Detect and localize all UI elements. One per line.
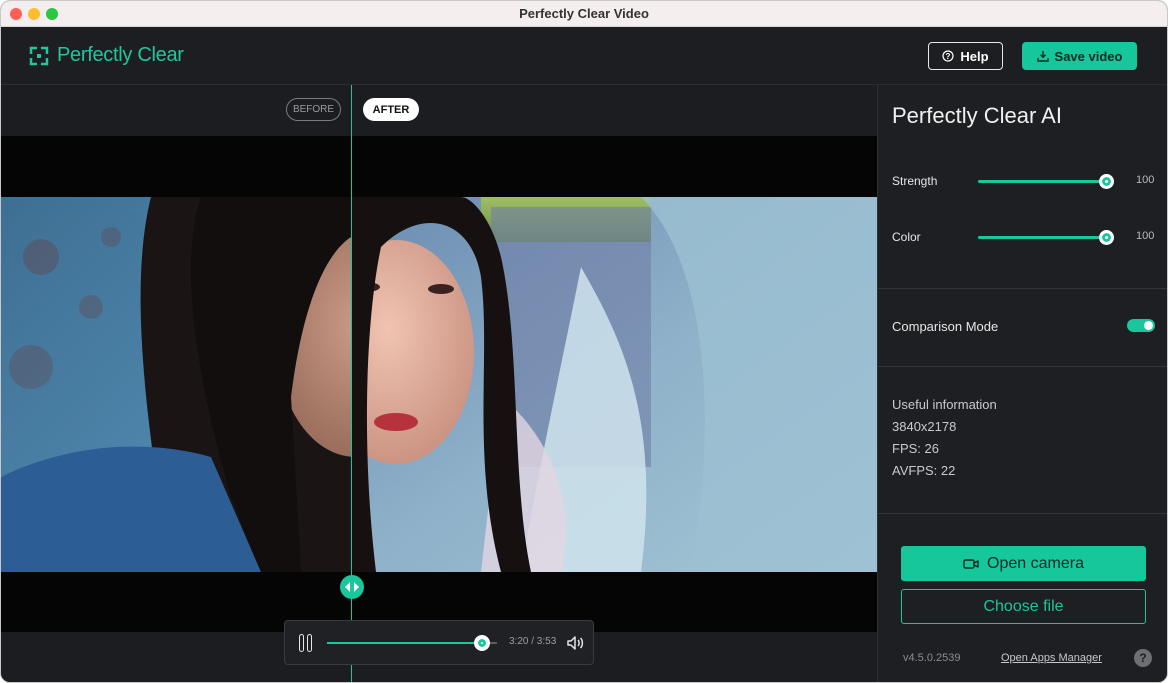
info-heading: Useful information (892, 397, 997, 412)
comparison-mode-label: Comparison Mode (892, 319, 999, 334)
color-slider-row: Color 100 (892, 227, 1156, 247)
strength-slider[interactable] (978, 174, 1114, 189)
split-handle[interactable] (340, 575, 364, 599)
color-slider-thumb[interactable] (1099, 230, 1114, 245)
app-header: Perfectly Clear ? Help Save video (1, 27, 1167, 85)
save-video-label: Save video (1054, 48, 1123, 64)
help-icon[interactable]: ? (1134, 649, 1152, 667)
divider (878, 366, 1167, 367)
help-button-label: Help (960, 48, 989, 64)
divider (878, 288, 1167, 289)
app-window: Perfectly Clear Video Perfectly Clear ? … (0, 0, 1168, 683)
avfps-text: AVFPS: 22 (892, 463, 956, 478)
strength-slider-row: Strength 100 (892, 171, 1156, 191)
color-value: 100 (1136, 230, 1155, 242)
window-title: Perfectly Clear Video (519, 6, 649, 21)
resolution-text: 3840x2178 (892, 419, 957, 434)
app-logo: Perfectly Clear (29, 44, 184, 67)
player-controls: 3:20 / 3:53 (284, 620, 594, 665)
panel-title: Perfectly Clear AI (892, 103, 1062, 128)
version-text: v4.5.0.2539 (903, 652, 961, 664)
logo-text: Perfectly Clear (57, 44, 184, 66)
choose-file-button[interactable]: Choose file (901, 589, 1146, 624)
help-circle-icon: ? (942, 50, 955, 62)
color-label: Color (892, 230, 921, 244)
seek-progress (327, 642, 482, 644)
before-label: BEFORE (286, 98, 341, 121)
video-preview: BEFORE AFTER 3:20 / 3:53 (1, 85, 877, 682)
help-button[interactable]: ? Help (928, 42, 1003, 70)
toggle-knob (1144, 321, 1153, 330)
playback-time: 3:20 / 3:53 (509, 636, 557, 647)
letterbox-top (1, 136, 877, 197)
after-label: AFTER (363, 98, 419, 121)
video-frame (1, 197, 877, 572)
divider (878, 513, 1167, 514)
open-camera-button[interactable]: Open camera (901, 546, 1146, 581)
comparison-mode-toggle[interactable] (1127, 319, 1155, 332)
open-camera-label: Open camera (987, 554, 1084, 572)
split-handle-icon (345, 582, 359, 592)
strength-label: Strength (892, 174, 938, 188)
strength-value: 100 (1136, 174, 1155, 186)
title-bar: Perfectly Clear Video (1, 1, 1167, 27)
logo-icon (29, 46, 49, 65)
comparison-strip: BEFORE AFTER (1, 85, 877, 136)
volume-icon[interactable] (565, 633, 585, 653)
open-apps-manager-link[interactable]: Open Apps Manager (1001, 652, 1102, 664)
seek-thumb[interactable] (473, 635, 490, 651)
strength-slider-thumb[interactable] (1099, 174, 1114, 189)
settings-panel: Perfectly Clear AI Strength 100 Color 10… (877, 85, 1167, 682)
pause-icon (307, 634, 312, 652)
pause-button[interactable] (299, 634, 315, 652)
pause-icon (299, 634, 304, 652)
download-icon (1036, 51, 1049, 62)
save-video-button[interactable]: Save video (1022, 42, 1137, 70)
fps-text: FPS: 26 (892, 441, 939, 456)
camera-icon (963, 558, 979, 569)
seek-bar[interactable] (327, 635, 497, 651)
color-slider[interactable] (978, 230, 1114, 245)
svg-text:?: ? (946, 52, 951, 61)
